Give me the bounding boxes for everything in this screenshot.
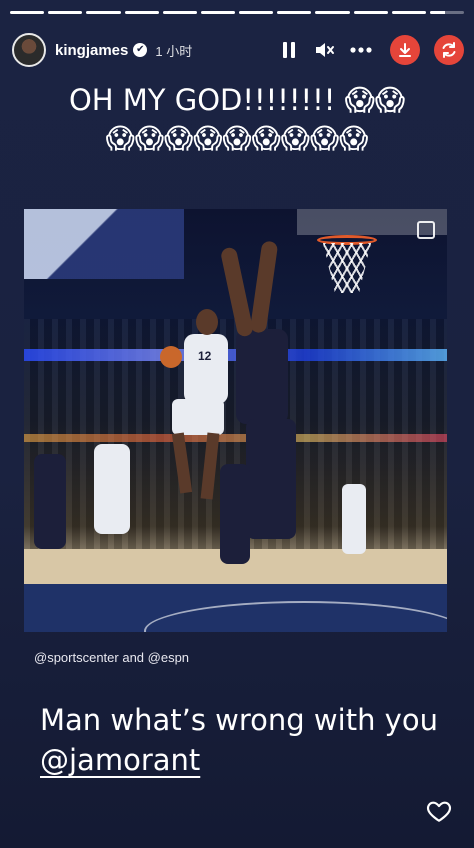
progress-segment-fill [315,11,350,14]
progress-segment [353,11,388,14]
repost-button[interactable] [434,35,464,65]
progress-segment [162,11,197,14]
progress-segment [239,11,274,14]
progress-segment-fill [353,11,388,14]
video-credits[interactable]: @sportscenter and @espn [34,650,189,665]
arena-scoreboard [24,209,184,279]
progress-segment-fill [10,11,45,14]
player-white-background [94,444,130,534]
caption-text: Man what’s wrong with you [40,703,438,737]
player-navy-background-2 [220,464,250,564]
more-icon [350,47,372,53]
heart-icon [426,801,452,822]
post-time: 1 小时 [155,43,193,59]
progress-segment-fill [200,11,236,14]
username[interactable]: kingjames [55,42,128,59]
player-navy-background [34,454,66,549]
progress-segment-fill [124,11,159,14]
multi-photo-icon [417,221,435,239]
story-viewer: kingjames ✔ 1 小时 OH MY GOD!!!!!!!! 😱😱 😱😱… [0,0,474,848]
mention-link[interactable]: @jamorant [40,743,200,777]
progress-segment-fill [239,11,274,14]
basketball-hoop [317,221,377,293]
progress-segment-fill [391,11,426,14]
player-navy-defender [236,329,288,424]
more-options-button[interactable] [346,35,376,65]
jersey-number: 12 [198,349,212,363]
avatar[interactable] [12,33,46,67]
progress-segment [124,11,159,14]
download-button[interactable] [390,35,420,65]
like-button[interactable] [426,798,452,824]
pause-icon [283,42,295,58]
repost-icon [442,42,456,58]
pause-button[interactable] [274,35,304,65]
caption-line-1: OH MY GOD!!!!!!!! 😱😱 [68,83,406,117]
progress-segment [48,11,83,14]
progress-segment-fill [162,11,197,14]
player-navy-legs [246,419,296,539]
mute-button[interactable] [310,35,340,65]
story-header: kingjames ✔ 1 小时 [12,30,464,70]
basketball [160,346,182,368]
progress-segment-fill [48,11,83,14]
player-white-head [196,309,218,335]
player-white-shorts [172,399,224,435]
verified-badge-icon: ✔ [133,43,148,57]
progress-segment [200,11,236,14]
player-white-dunking [184,334,228,404]
progress-segment [315,11,350,14]
progress-segment-fill [86,11,121,14]
progress-segment-fill [277,11,312,14]
progress-segment [86,11,121,14]
progress-segment [10,11,45,14]
mute-icon [316,43,334,57]
arena-lights [24,434,447,442]
caption-line-2: 😱😱😱😱😱😱😱😱😱 [105,122,369,155]
download-icon [399,43,411,57]
progress-segment [391,11,426,14]
story-caption-bottom: Man what’s wrong with you @jamorant [40,700,450,780]
shared-video[interactable]: 12 [24,209,447,632]
player-white-background-2 [342,484,366,554]
story-progress-bar [10,11,465,14]
progress-segment [429,11,465,14]
progress-segment [277,11,312,14]
story-caption-top: OH MY GOD!!!!!!!! 😱😱 😱😱😱😱😱😱😱😱😱 [0,80,474,158]
progress-segment-fill [429,11,446,14]
